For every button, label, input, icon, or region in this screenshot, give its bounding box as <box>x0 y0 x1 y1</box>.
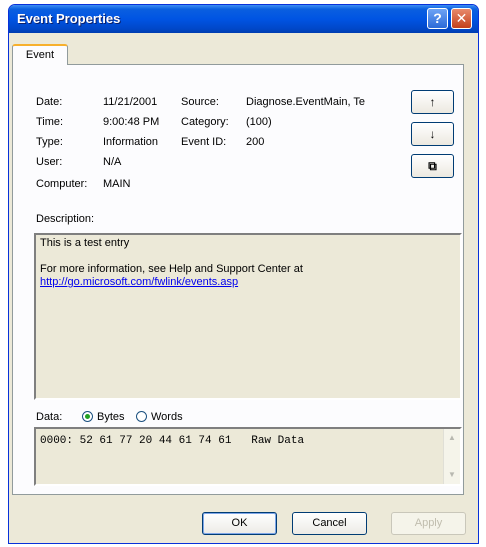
arrow-up-icon: ↑ <box>429 95 436 109</box>
previous-event-button[interactable]: ↑ <box>411 90 454 114</box>
data-label: Data: <box>36 411 63 423</box>
description-box[interactable]: This is a test entry For more informatio… <box>34 233 462 400</box>
event-id-value: 200 <box>246 136 265 148</box>
scroll-down-icon[interactable]: ▼ <box>445 468 459 482</box>
category-label: Category: <box>181 116 229 128</box>
cancel-button[interactable]: Cancel <box>292 512 367 535</box>
bytes-radio-label[interactable]: Bytes <box>97 411 125 423</box>
help-link[interactable]: http://go.microsoft.com/fwlink/events.as… <box>40 276 238 288</box>
type-label: Type: <box>36 136 63 148</box>
help-button[interactable]: ? <box>427 8 448 29</box>
data-scrollbar[interactable]: ▲ ▼ <box>443 429 460 484</box>
description-line: For more information, see Help and Suppo… <box>40 263 303 275</box>
title-bar[interactable]: Event Properties ? ✕ <box>9 5 478 33</box>
source-label: Source: <box>181 96 219 108</box>
event-id-label: Event ID: <box>181 136 227 148</box>
description-label: Description: <box>36 213 95 225</box>
date-value: 11/21/2001 <box>103 96 158 108</box>
help-icon: ? <box>433 10 442 26</box>
user-label: User: <box>36 156 63 168</box>
close-button[interactable]: ✕ <box>451 8 472 29</box>
window-title: Event Properties <box>17 11 121 26</box>
description-line: This is a test entry <box>40 237 130 249</box>
copy-icon: ⧉ <box>428 159 437 173</box>
type-value: Information <box>103 136 159 148</box>
apply-button[interactable]: Apply <box>391 512 466 535</box>
bytes-radio[interactable] <box>82 411 93 422</box>
ok-button[interactable]: OK <box>202 512 277 535</box>
user-value: N/A <box>103 156 122 168</box>
radio-selected-dot <box>85 414 90 419</box>
date-label: Date: <box>36 96 63 108</box>
arrow-down-icon: ↓ <box>429 127 436 141</box>
data-box[interactable]: 0000: 52 61 77 20 44 61 74 61 Raw Data ▲… <box>34 427 462 486</box>
hex-data-line: 0000: 52 61 77 20 44 61 74 61 Raw Data <box>40 435 305 447</box>
computer-label: Computer: <box>36 178 88 190</box>
close-icon: ✕ <box>455 10 468 26</box>
words-radio[interactable] <box>136 411 147 422</box>
words-radio-label[interactable]: Words <box>151 411 183 423</box>
copy-button[interactable]: ⧉ <box>411 154 454 178</box>
source-value: Diagnose.EventMain, Te <box>246 96 366 108</box>
scroll-up-icon[interactable]: ▲ <box>445 431 459 445</box>
time-value: 9:00:48 PM <box>103 116 160 128</box>
time-label: Time: <box>36 116 64 128</box>
category-value: (100) <box>246 116 272 128</box>
tab-event[interactable]: Event <box>12 44 68 65</box>
next-event-button[interactable]: ↓ <box>411 122 454 146</box>
computer-value: MAIN <box>103 178 131 190</box>
